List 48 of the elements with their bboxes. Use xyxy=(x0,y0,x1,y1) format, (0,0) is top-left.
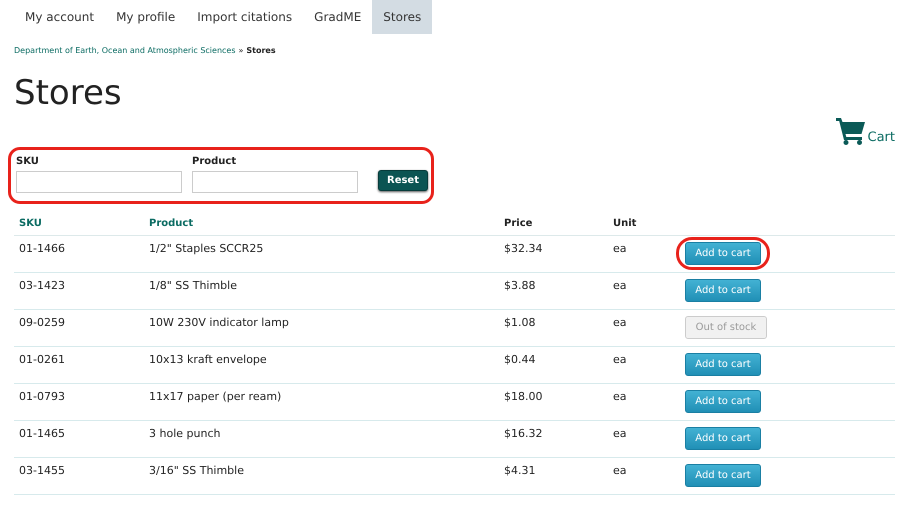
nav-tab[interactable]: My account xyxy=(14,0,106,34)
column-header[interactable]: SKU xyxy=(19,218,42,229)
table-cell: 01-1466 xyxy=(19,242,65,255)
table-cell: $1.08 xyxy=(504,316,536,329)
column-header: Unit xyxy=(613,218,636,229)
table-cell: 11x17 paper (per ream) xyxy=(149,390,282,403)
page-title: Stores xyxy=(14,73,123,113)
table-cell: 10W 230V indicator lamp xyxy=(149,316,289,329)
filter-field[interactable] xyxy=(16,171,182,193)
reset-button[interactable]: Reset xyxy=(378,170,428,191)
cart-icon xyxy=(836,117,866,145)
table-cell: ea xyxy=(613,316,627,329)
breadcrumb-link[interactable]: Department of Earth, Ocean and Atmospheric Sciences xyxy=(14,46,236,55)
table-cell: 03-1455 xyxy=(19,464,65,477)
breadcrumb-current: Stores xyxy=(246,46,276,55)
table-cell: 01-0261 xyxy=(19,353,65,366)
field-label: SKU xyxy=(16,156,40,167)
nav-tab[interactable]: Stores xyxy=(372,0,432,34)
table-cell: $0.44 xyxy=(504,353,536,366)
table-cell: $18.00 xyxy=(504,390,542,403)
cart-link[interactable]: Cart xyxy=(836,117,895,145)
table-cell: $32.34 xyxy=(504,242,542,255)
table-cell: 3 hole punch xyxy=(149,427,220,440)
table-cell: ea xyxy=(613,353,627,366)
table-cell: ea xyxy=(613,242,627,255)
table-cell: 1/2" Staples SCCR25 xyxy=(149,242,264,255)
table-cell: $16.32 xyxy=(504,427,542,440)
table-cell: 10x13 kraft envelope xyxy=(149,353,267,366)
breadcrumb-separator: » xyxy=(238,46,244,55)
field-label: Product xyxy=(192,156,238,167)
table-cell: 1/8" SS Thimble xyxy=(149,279,237,292)
table-cell: 09-0259 xyxy=(19,316,65,329)
nav-tab[interactable]: Import citations xyxy=(186,0,304,34)
table-cell: ea xyxy=(613,427,627,440)
table-cell: ea xyxy=(613,279,627,292)
table-cell: $4.31 xyxy=(504,464,536,477)
column-header[interactable]: Product xyxy=(149,218,194,229)
table-cell: 01-1465 xyxy=(19,427,65,440)
filter-field[interactable] xyxy=(192,171,358,193)
nav-tab[interactable]: GradME xyxy=(303,0,372,34)
table-cell: 3/16" SS Thimble xyxy=(149,464,244,477)
table-cell: 03-1423 xyxy=(19,279,65,292)
table-cell: $3.88 xyxy=(504,279,536,292)
table-cell: 01-0793 xyxy=(19,390,65,403)
table-cell: ea xyxy=(613,464,627,477)
column-header: Price xyxy=(504,218,532,229)
table-cell: ea xyxy=(613,390,627,403)
nav-tab[interactable]: My profile xyxy=(105,0,186,34)
